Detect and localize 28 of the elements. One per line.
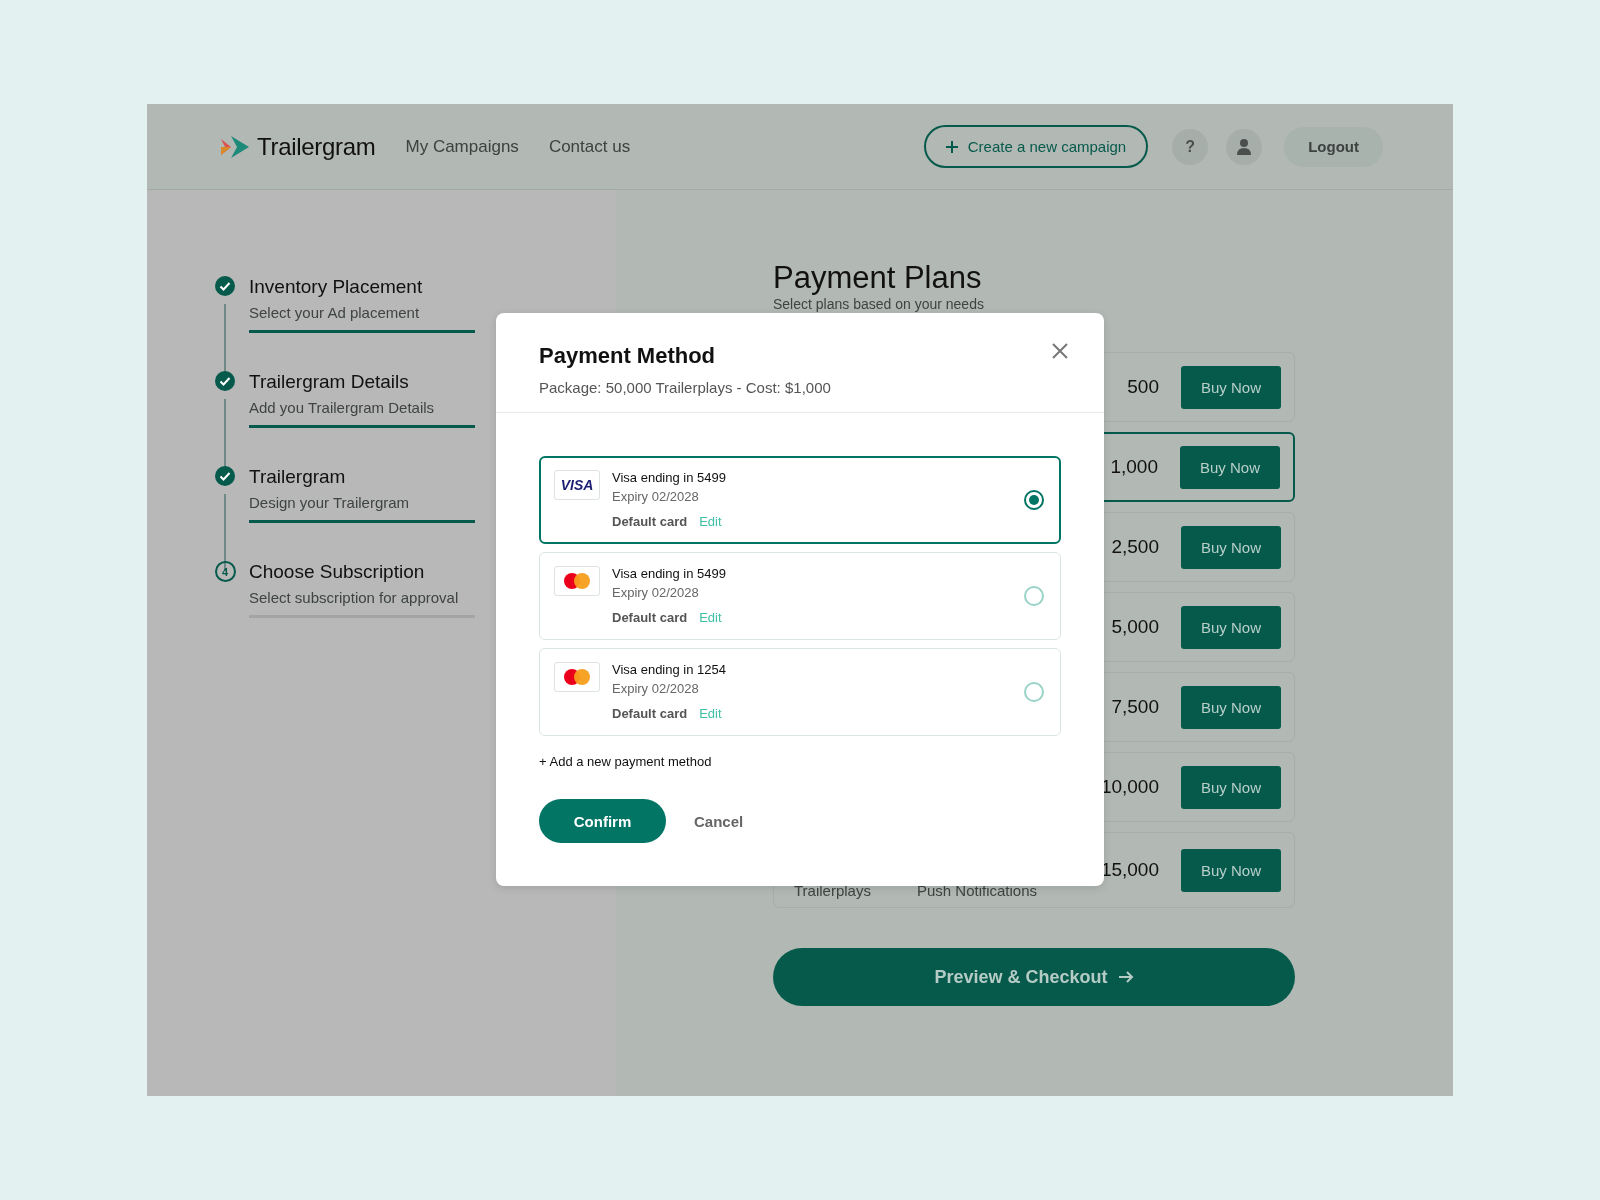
step-subtitle: Select subscription for approval [249, 589, 460, 606]
default-card-label: Default card [612, 706, 688, 721]
step-subtitle: Add you Trailergram Details [249, 399, 436, 416]
dialog-subtitle: Package: 50,000 Trailerplays - Cost: $1,000 [539, 379, 832, 396]
step-subtitle: Design your Trailergram [249, 494, 411, 511]
plan-price: 500 [1127, 376, 1159, 398]
page-title: Payment Plans [773, 260, 983, 296]
plan-price: 5,000 [1111, 616, 1159, 638]
plan-label: Trailerplays [794, 882, 871, 899]
page-subtitle: Select plans based on your needs [773, 296, 985, 312]
card-expiry: Expiry 02/2028 [612, 489, 700, 504]
card-expiry: Expiry 02/2028 [612, 681, 700, 696]
step-subtitle: Select your Ad placement [249, 304, 421, 321]
plan-price: 1,000 [1110, 456, 1158, 478]
card-logo: VISA [554, 470, 600, 500]
plan-price: 10,000 [1100, 776, 1159, 798]
default-card-label: Default card [612, 514, 688, 529]
dialog-title: Payment Method [539, 343, 716, 369]
card-name: Visa ending in 5499 [612, 566, 727, 581]
card-name: Visa ending in 1254 [612, 662, 727, 677]
plan-price: 7,500 [1111, 696, 1159, 718]
default-card-label: Default card [612, 610, 688, 625]
step-number: 4 [214, 561, 236, 582]
plan-label: Push Notifications [916, 882, 1038, 899]
plan-price: 2,500 [1111, 536, 1159, 558]
card-name: Visa ending in 5499 [612, 470, 727, 485]
plan-price: 15,000 [1100, 859, 1159, 881]
card-expiry: Expiry 02/2028 [612, 585, 700, 600]
